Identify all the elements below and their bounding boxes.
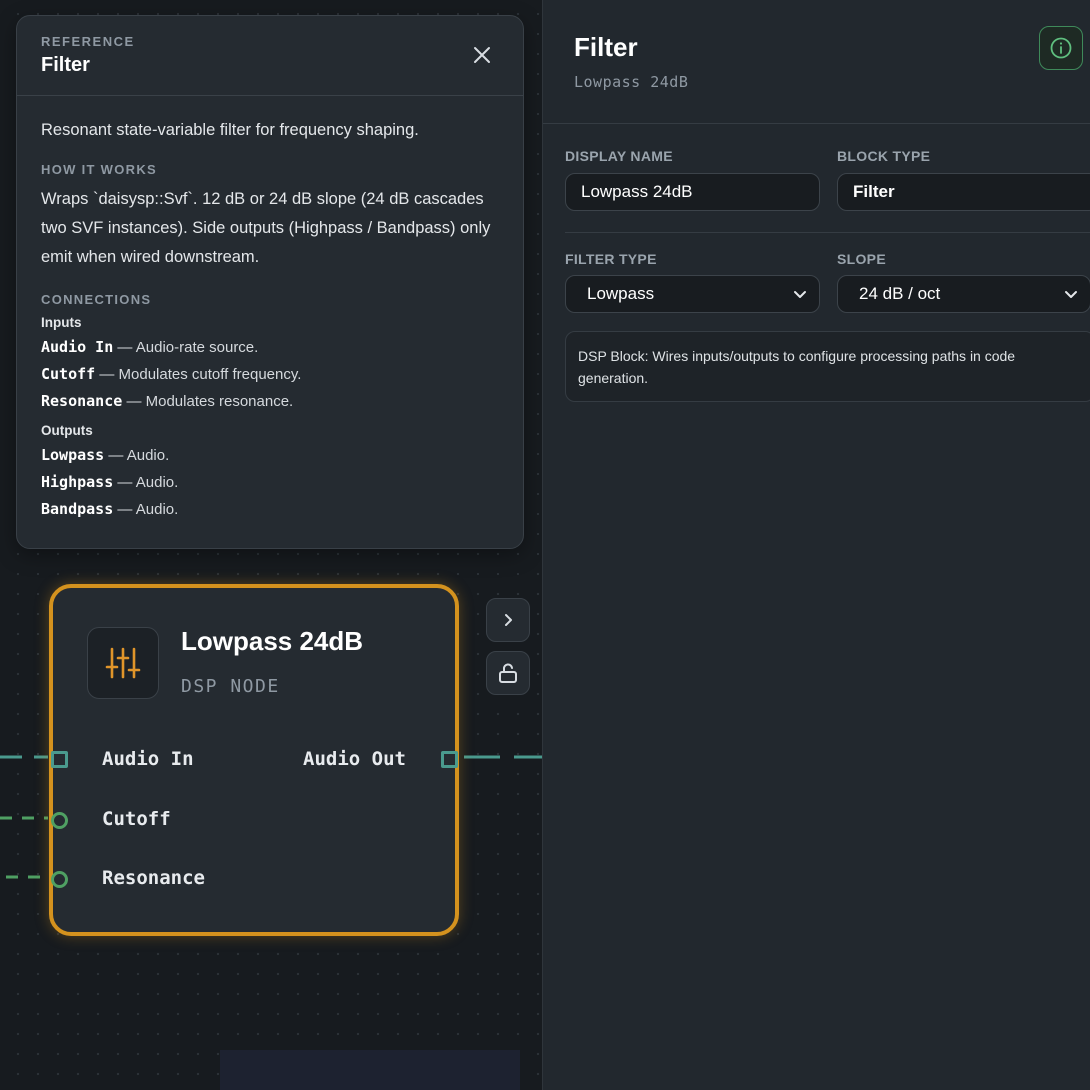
display-name-label: DISPLAY NAME bbox=[565, 148, 673, 164]
port-label-audio-out: Audio Out bbox=[303, 748, 406, 770]
slope-value: 24 dB / oct bbox=[859, 284, 941, 303]
reference-eyebrow: REFERENCE bbox=[41, 34, 135, 49]
reference-card: REFERENCE Filter Resonant state-variable… bbox=[16, 15, 524, 549]
sliders-icon bbox=[87, 627, 159, 699]
info-icon bbox=[1050, 37, 1072, 59]
node-canvas[interactable]: REFERENCE Filter Resonant state-variable… bbox=[0, 0, 542, 1090]
port-resonance[interactable] bbox=[51, 871, 68, 888]
how-it-works-label: HOW IT WORKS bbox=[41, 162, 157, 177]
chevron-down-icon bbox=[1065, 291, 1077, 298]
connection-item: Resonance — Modulates resonance. bbox=[41, 392, 294, 410]
block-type-label: BLOCK TYPE bbox=[837, 148, 931, 164]
dsp-block-note: DSP Block: Wires inputs/outputs to confi… bbox=[565, 331, 1090, 402]
filter-type-select[interactable]: Lowpass bbox=[565, 275, 820, 313]
filter-type-value: Lowpass bbox=[587, 284, 655, 303]
port-label-cutoff: Cutoff bbox=[102, 808, 171, 830]
info-button[interactable] bbox=[1039, 26, 1083, 70]
connection-item: Audio In — Audio-rate source. bbox=[41, 338, 259, 356]
chevron-down-icon bbox=[794, 291, 806, 298]
connection-item: Bandpass — Audio. bbox=[41, 500, 179, 518]
unlock-icon bbox=[499, 663, 517, 683]
panel-title: Filter bbox=[574, 32, 638, 62]
filter-type-label: FILTER TYPE bbox=[565, 251, 657, 267]
reference-description: Resonant state-variable filter for frequ… bbox=[41, 121, 419, 139]
expand-button[interactable] bbox=[486, 598, 530, 642]
node-title: Lowpass 24dB bbox=[181, 626, 364, 656]
outputs-label: Outputs bbox=[41, 423, 93, 438]
port-cutoff[interactable] bbox=[51, 812, 68, 829]
panel-subtitle: Lowpass 24dB bbox=[574, 73, 689, 91]
port-label-resonance: Resonance bbox=[102, 867, 205, 889]
chevron-right-icon bbox=[505, 614, 512, 626]
dsp-node[interactable]: Lowpass 24dB DSP NODE Audio In Cutoff Re… bbox=[49, 584, 459, 936]
display-name-input[interactable]: Lowpass 24dB bbox=[565, 173, 820, 211]
port-audio-in[interactable] bbox=[51, 751, 68, 768]
port-audio-out[interactable] bbox=[441, 751, 458, 768]
connection-item: Lowpass — Audio. bbox=[41, 446, 170, 464]
connections-label: CONNECTIONS bbox=[41, 292, 152, 307]
properties-panel: Filter Lowpass 24dB DISPLAY NAME Lowpass… bbox=[542, 0, 1090, 1090]
close-icon[interactable] bbox=[471, 44, 493, 66]
reference-header: REFERENCE Filter bbox=[17, 16, 523, 96]
block-type-field: Filter bbox=[837, 173, 1090, 211]
reference-title: Filter bbox=[41, 54, 90, 76]
connection-item: Highpass — Audio. bbox=[41, 473, 179, 491]
how-it-works-text: Wraps `daisysp::Svf`. 12 dB or 24 dB slo… bbox=[41, 190, 491, 266]
panel-header: Filter Lowpass 24dB bbox=[543, 0, 1090, 124]
divider bbox=[565, 232, 1090, 233]
port-label-audio-in: Audio In bbox=[102, 748, 194, 770]
node-subtitle: DSP NODE bbox=[181, 676, 280, 697]
slope-select[interactable]: 24 dB / oct bbox=[837, 275, 1090, 313]
slope-label: SLOPE bbox=[837, 251, 886, 267]
lock-button[interactable] bbox=[486, 651, 530, 695]
connection-item: Cutoff — Modulates cutoff frequency. bbox=[41, 365, 302, 383]
inputs-label: Inputs bbox=[41, 315, 82, 330]
